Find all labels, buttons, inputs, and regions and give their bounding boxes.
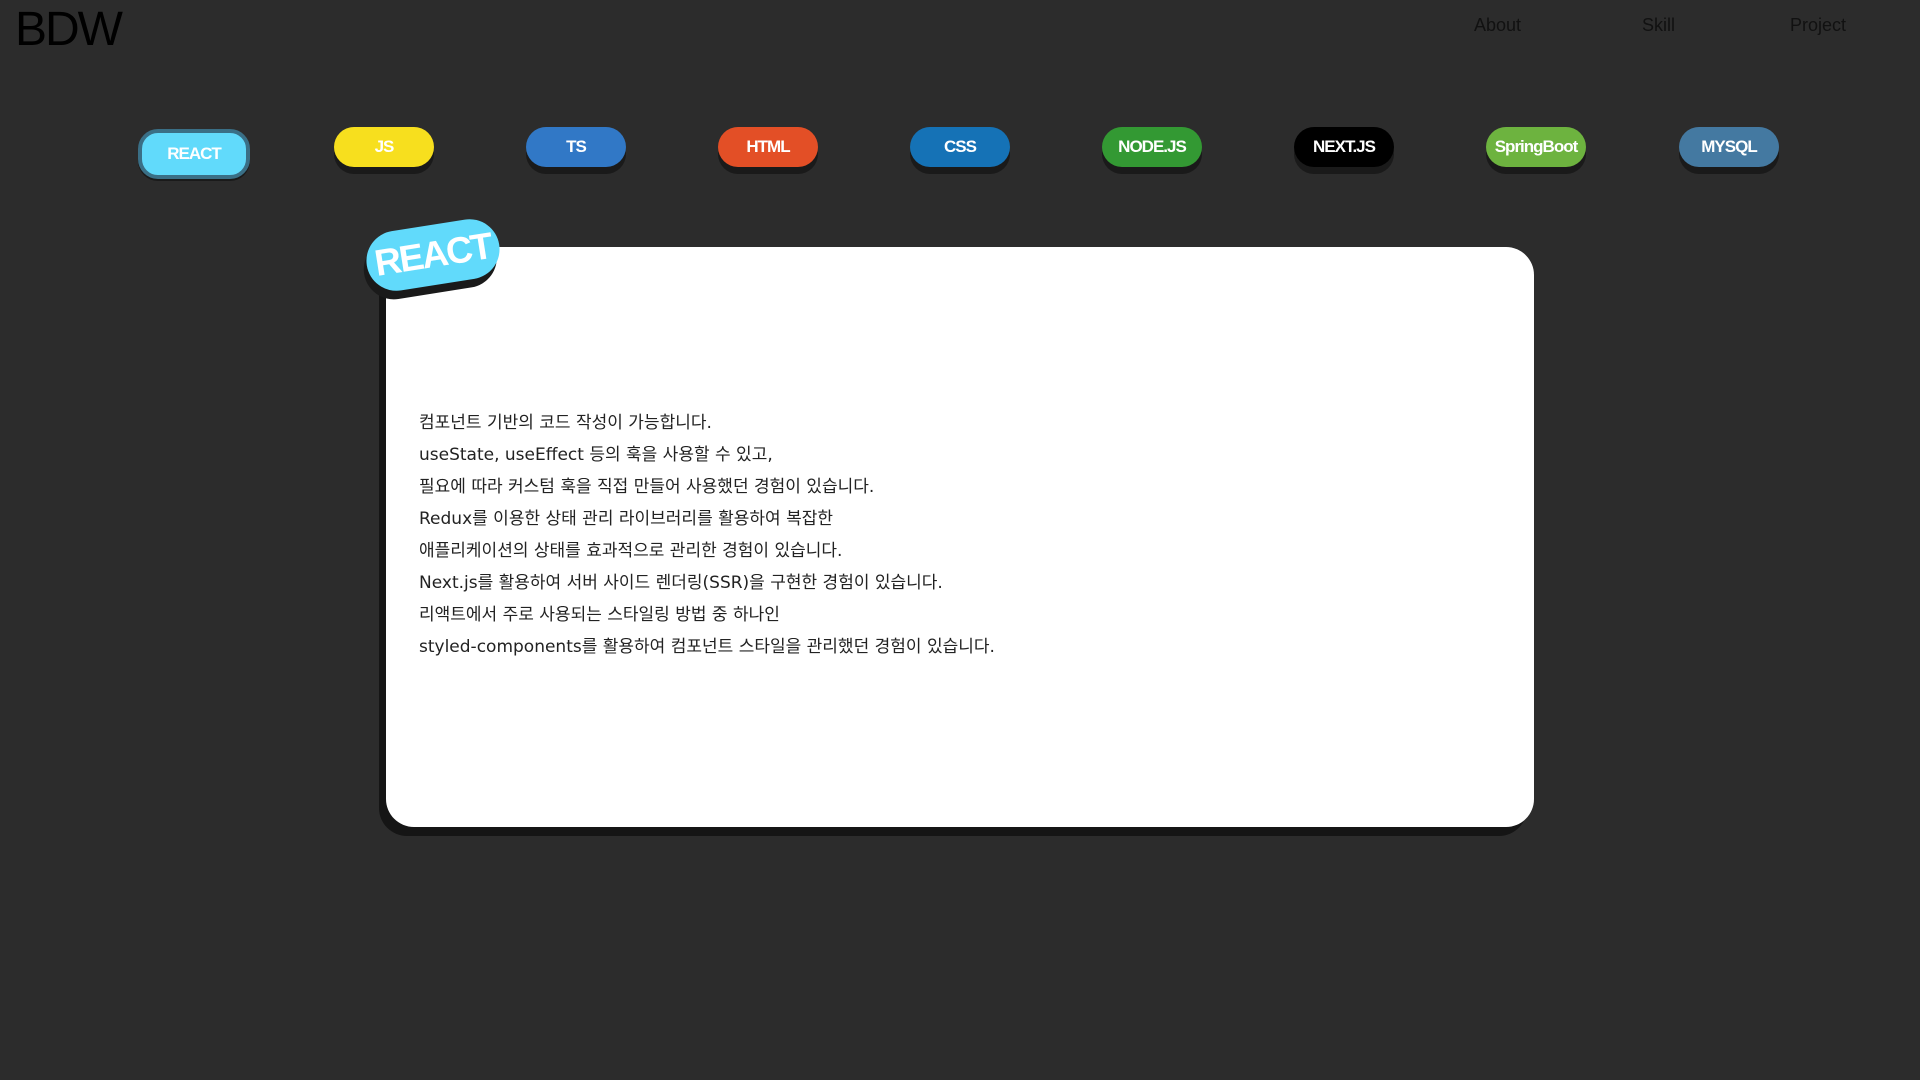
skill-button-mysql[interactable]: MYSQL bbox=[1679, 127, 1779, 167]
skill-selector: REACT JS TS HTML CSS NODE.JS NEXT.JS Spr… bbox=[0, 127, 1920, 183]
skill-button-ts[interactable]: TS bbox=[526, 127, 626, 167]
description-line: 컴포넌트 기반의 코드 작성이 가능합니다. bbox=[419, 413, 712, 433]
nav-link-about[interactable]: About bbox=[1474, 13, 1521, 37]
skill-detail-card: 컴포넌트 기반의 코드 작성이 가능합니다. useState, useEffe… bbox=[386, 247, 1534, 827]
description-line: 애플리케이션의 상태를 효과적으로 관리한 경험이 있습니다. bbox=[419, 541, 843, 561]
skill-button-react[interactable]: REACT bbox=[138, 129, 250, 179]
skill-button-nodejs[interactable]: NODE.JS bbox=[1102, 127, 1202, 167]
description-line: useState, useEffect 등의 훅을 사용할 수 있고, bbox=[419, 445, 773, 465]
skill-button-css[interactable]: CSS bbox=[910, 127, 1010, 167]
top-nav: About Skill Project bbox=[1440, 13, 1860, 37]
description-line: 필요에 따라 커스텀 훅을 직접 만들어 사용했던 경험이 있습니다. bbox=[419, 477, 875, 497]
nav-link-project[interactable]: Project bbox=[1790, 13, 1846, 37]
skill-button-html[interactable]: HTML bbox=[718, 127, 818, 167]
description-line: 리액트에서 주로 사용되는 스타일링 방법 중 하나인 bbox=[419, 605, 780, 625]
nav-link-skill[interactable]: Skill bbox=[1642, 13, 1675, 37]
description-line: Redux를 이용한 상태 관리 라이브러리를 활용하여 복잡한 bbox=[419, 509, 833, 529]
skill-button-js[interactable]: JS bbox=[334, 127, 434, 167]
description-line: Next.js를 활용하여 서버 사이드 렌더링(SSR)을 구현한 경험이 있… bbox=[419, 573, 943, 593]
skill-button-nextjs[interactable]: NEXT.JS bbox=[1294, 127, 1394, 167]
skill-button-springboot[interactable]: SpringBoot bbox=[1486, 127, 1586, 167]
description-line: styled-components를 활용하여 컴포넌트 스타일을 관리했던 경… bbox=[419, 637, 995, 657]
skill-description: 컴포넌트 기반의 코드 작성이 가능합니다. useState, useEffe… bbox=[419, 407, 995, 663]
site-logo[interactable]: BDW bbox=[15, 6, 123, 54]
